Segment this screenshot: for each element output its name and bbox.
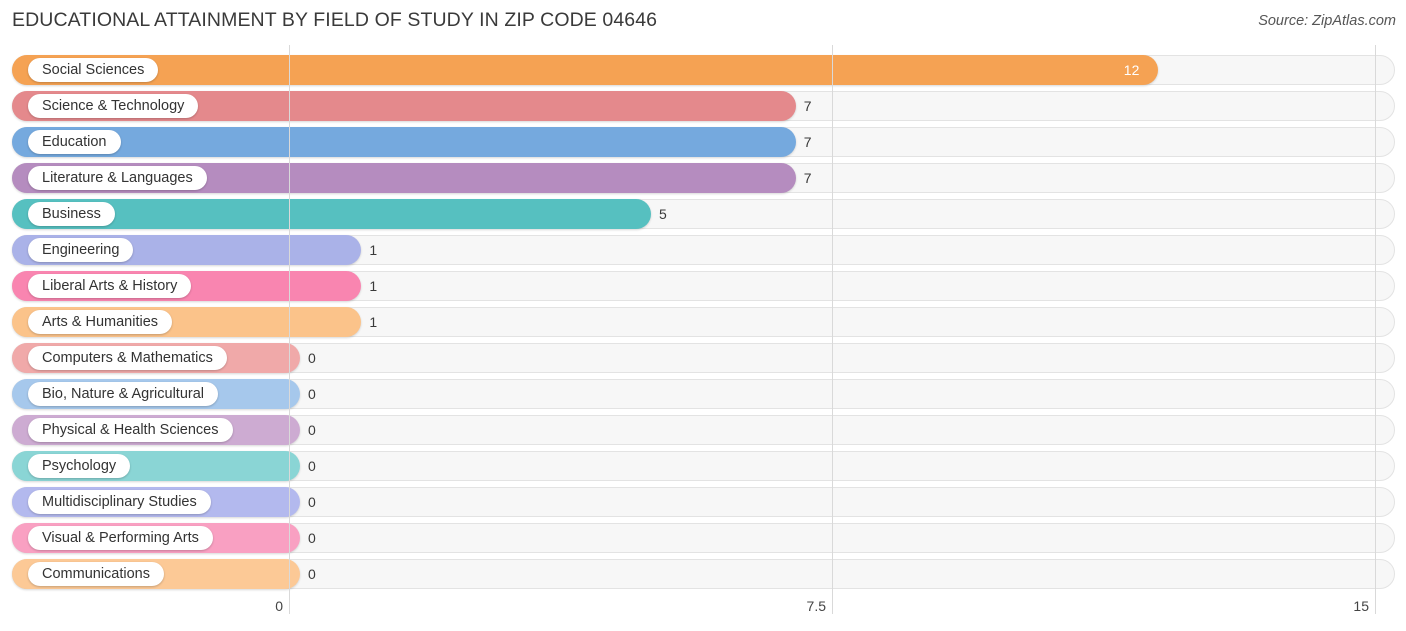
bar-value-label: 7: [803, 170, 812, 186]
bar-value-label: 5: [659, 206, 667, 222]
bar-row: Business 5: [12, 199, 1395, 229]
bar-value-label: 0: [308, 350, 316, 366]
gridline: [1375, 45, 1376, 592]
bar-row: Computers & Mathematics 0: [12, 343, 1395, 373]
bar-row: Social Sciences 12: [12, 55, 1395, 85]
bar-category-label: Multidisciplinary Studies: [28, 490, 211, 514]
axis-tick: [832, 592, 833, 614]
bar-value-label: 1: [369, 278, 378, 294]
bar-category-label: Physical & Health Sciences: [28, 418, 233, 442]
bar-row: Bio, Nature & Agricultural 0: [12, 379, 1395, 409]
axis-tick: [289, 592, 290, 614]
axis-tick: [1375, 592, 1376, 614]
bar-value-label: 0: [308, 566, 316, 582]
bar-value-label: 0: [308, 530, 316, 546]
bar-row: Multidisciplinary Studies 0: [12, 487, 1395, 517]
bar-row: Science & Technology 7: [12, 91, 1395, 121]
bar[interactable]: [12, 127, 796, 157]
bar-value-label: 0: [308, 458, 316, 474]
bar-value-label: 0: [308, 422, 316, 438]
bar-category-label: Literature & Languages: [28, 166, 207, 190]
source-attribution: Source: ZipAtlas.com: [1258, 13, 1396, 29]
axis-tick-label: 7.5: [806, 598, 826, 614]
page-title: EDUCATIONAL ATTAINMENT BY FIELD OF STUDY…: [12, 9, 658, 31]
bar-row: Visual & Performing Arts 0: [12, 523, 1395, 553]
bar-category-label: Social Sciences: [28, 58, 159, 82]
gridline: [832, 45, 833, 592]
bar-value-label: 0: [308, 386, 316, 402]
bar-category-label: Science & Technology: [28, 94, 199, 118]
bar-value-label: 7: [803, 134, 812, 150]
bar-category-label: Business: [28, 202, 115, 226]
bar-category-label: Psychology: [28, 454, 131, 478]
bar-row: Liberal Arts & History 1: [12, 271, 1395, 301]
bar-category-label: Bio, Nature & Agricultural: [28, 382, 218, 406]
bar-row: Literature & Languages 7: [12, 163, 1395, 193]
bar-value-label: 12: [1123, 62, 1140, 78]
bar-row: Arts & Humanities 1: [12, 307, 1395, 337]
bar-category-label: Computers & Mathematics: [28, 346, 227, 370]
bar[interactable]: [12, 55, 1158, 85]
bar-category-label: Liberal Arts & History: [28, 274, 192, 298]
x-axis: 0 7.5 15: [0, 592, 1406, 631]
bar-category-label: Engineering: [28, 238, 134, 262]
bar-value-label: 1: [369, 314, 378, 330]
chart-header: EDUCATIONAL ATTAINMENT BY FIELD OF STUDY…: [0, 0, 1406, 45]
bar-value-label: 7: [803, 98, 812, 114]
bar-row: Communications 0: [12, 559, 1395, 589]
bar-row: Engineering 1: [12, 235, 1395, 265]
bar-row: Education 7: [12, 127, 1395, 157]
chart-plot-area: Social Sciences 12 Science & Technology 7 Ed…: [0, 45, 1406, 592]
axis-tick-label: 0: [275, 598, 283, 614]
gridline: [289, 45, 290, 592]
bar-category-label: Arts & Humanities: [28, 310, 173, 334]
bar-category-label: Communications: [28, 562, 164, 586]
bar-row: Psychology 0: [12, 451, 1395, 481]
bar-value-label: 0: [308, 494, 316, 510]
bar-row: Physical & Health Sciences 0: [12, 415, 1395, 445]
axis-tick-label: 15: [1353, 598, 1369, 614]
bar-value-label: 1: [369, 242, 378, 258]
bar-category-label: Visual & Performing Arts: [28, 526, 213, 550]
bar-category-label: Education: [28, 130, 121, 154]
